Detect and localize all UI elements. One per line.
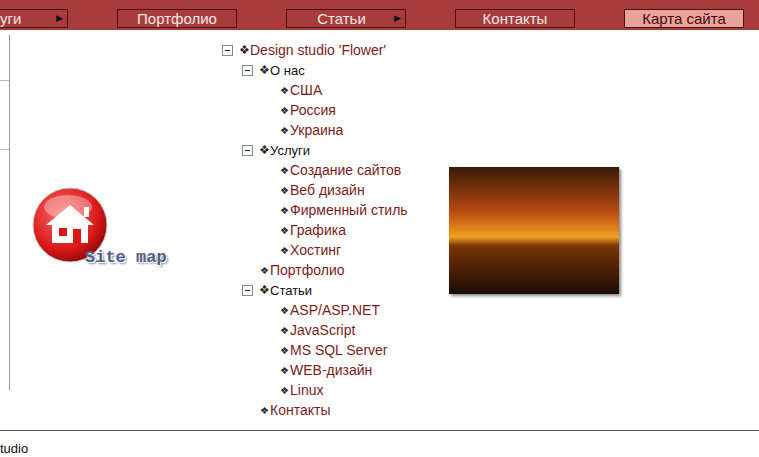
minus-icon: [245, 70, 250, 71]
tree-link[interactable]: Статьи: [270, 283, 312, 298]
tree-link[interactable]: WEB-дизайн: [290, 362, 372, 378]
tree-link[interactable]: Создание сайтов: [290, 162, 401, 178]
tree-link[interactable]: ASP/ASP.NET: [290, 302, 380, 318]
nav-button[interactable]: Контакты: [455, 9, 575, 28]
tree-item: ❖Создание сайтов: [220, 160, 449, 180]
bullet-icon: ❖: [258, 265, 270, 276]
minus-icon: [245, 150, 250, 151]
tree-link[interactable]: Украина: [290, 122, 343, 138]
bullet-icon: ❖: [258, 143, 270, 157]
tree-link[interactable]: Хостинг: [290, 242, 341, 258]
tree-item: ❖Linux: [220, 380, 449, 400]
bullet-icon: ❖: [258, 63, 270, 77]
tree-item: ❖JavaScript: [220, 320, 449, 340]
tree-item: ❖Графика: [220, 220, 449, 240]
page: уги▶ПортфолиоСтатьи▶КонтактыКарта сайтаS…: [0, 0, 759, 457]
tree-item: ❖Россия: [220, 100, 449, 120]
bullet-icon: ❖: [278, 325, 290, 336]
tree-link[interactable]: Графика: [290, 222, 346, 238]
bullet-icon: ❖: [278, 185, 290, 196]
tree-item: ❖О нас: [220, 60, 449, 80]
tree-link[interactable]: Linux: [290, 382, 323, 398]
tree-item: ❖Контакты: [220, 400, 449, 420]
content: Site map❖Design studio 'Flower'❖О нас❖СШ…: [0, 30, 759, 431]
bullet-icon: ❖: [278, 305, 290, 316]
tree-link[interactable]: Design studio 'Flower': [250, 42, 386, 58]
submenu-arrow-icon: ▶: [56, 10, 63, 27]
tree-item: ❖WEB-дизайн: [220, 360, 449, 380]
tree-link[interactable]: О нас: [270, 63, 305, 78]
site-map-logo: Site map: [32, 187, 108, 263]
photo: [449, 167, 619, 294]
tree-item: ❖Услуги: [220, 140, 449, 160]
bullet-icon: ❖: [278, 85, 290, 96]
tree-link[interactable]: Фирменный стиль: [290, 202, 408, 218]
left-panel: [0, 35, 10, 390]
site-tree: ❖Design studio 'Flower'❖О нас❖США❖Россия…: [220, 30, 449, 420]
tree-link[interactable]: JavaScript: [290, 322, 355, 338]
tree-link[interactable]: США: [290, 82, 322, 98]
bullet-icon: ❖: [278, 365, 290, 376]
footer: tudio: [0, 431, 759, 456]
nav-button[interactable]: Портфолио: [117, 9, 237, 28]
nav-bar: уги▶ Портфолио Статьи▶ Контакты Карта сайта: [0, 0, 759, 30]
minus-icon: [225, 50, 230, 51]
bullet-icon: ❖: [278, 205, 290, 216]
bullet-icon: ❖: [278, 165, 290, 176]
tree-item: ❖Портфолио: [220, 260, 449, 280]
nav-button[interactable]: уги▶: [0, 9, 68, 28]
tree-item: ❖MS SQL Server: [220, 340, 449, 360]
tree-item: ❖Веб дизайн: [220, 180, 449, 200]
tree-item: ❖Фирменный стиль: [220, 200, 449, 220]
bullet-icon: ❖: [278, 105, 290, 116]
bullet-icon: ❖: [258, 405, 270, 416]
tree-link[interactable]: Веб дизайн: [290, 182, 365, 198]
tree-item: ❖ASP/ASP.NET: [220, 300, 449, 320]
submenu-arrow-icon: ▶: [394, 10, 401, 27]
bullet-icon: ❖: [278, 385, 290, 396]
nav-button[interactable]: Статьи▶: [286, 9, 406, 28]
bullet-icon: ❖: [238, 43, 250, 57]
bullet-icon: ❖: [278, 125, 290, 136]
bullet-icon: ❖: [278, 345, 290, 356]
logo-area: Site map: [10, 30, 220, 263]
tree-link[interactable]: Портфолио: [270, 262, 345, 278]
bullet-icon: ❖: [278, 225, 290, 236]
tree-item: ❖Украина: [220, 120, 449, 140]
tree-item: ❖Статьи: [220, 280, 449, 300]
tree-link[interactable]: Услуги: [270, 143, 310, 158]
tree-item: ❖США: [220, 80, 449, 100]
collapse-toggle[interactable]: [222, 45, 233, 56]
bullet-icon: ❖: [258, 283, 270, 297]
tree-link[interactable]: Контакты: [270, 402, 330, 418]
minus-icon: [245, 290, 250, 291]
collapse-toggle[interactable]: [242, 65, 253, 76]
bullet-icon: ❖: [278, 245, 290, 256]
tree-link[interactable]: MS SQL Server: [290, 342, 388, 358]
tree-item: ❖Хостинг: [220, 240, 449, 260]
nav-button[interactable]: Карта сайта: [624, 9, 744, 28]
tree-item: ❖Design studio 'Flower': [220, 40, 449, 60]
collapse-toggle[interactable]: [242, 145, 253, 156]
collapse-toggle[interactable]: [242, 285, 253, 296]
tree-link[interactable]: Россия: [290, 102, 336, 118]
logo-caption: Site map: [85, 248, 167, 267]
